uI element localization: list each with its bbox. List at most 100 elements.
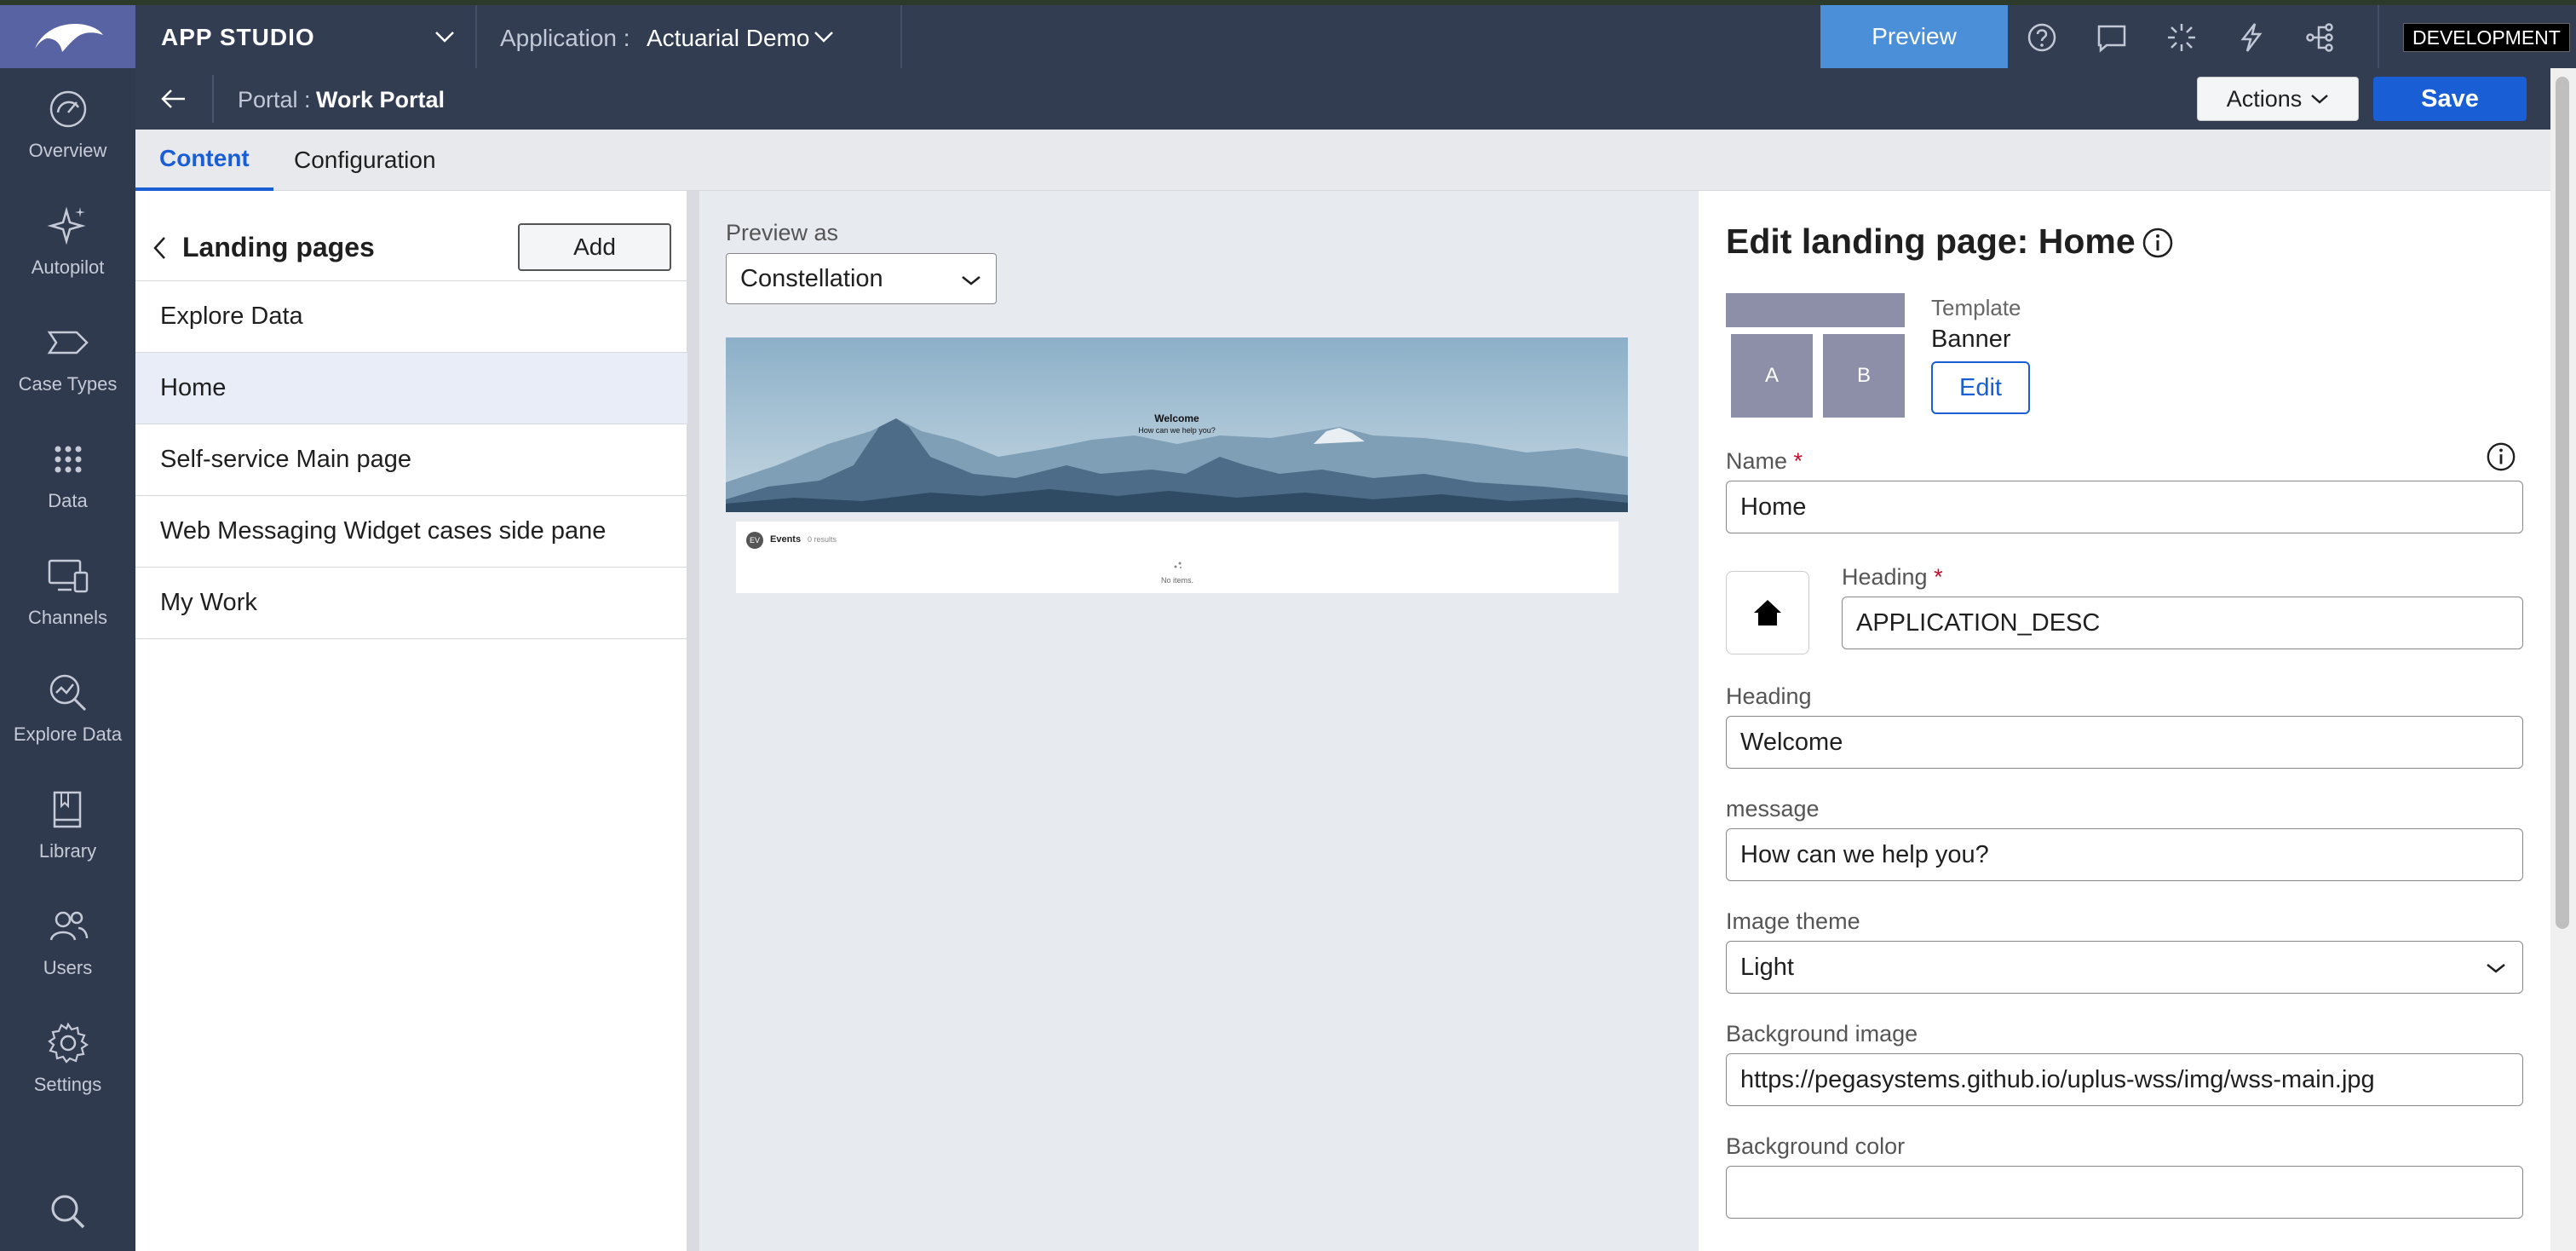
- chevron-down-icon[interactable]: [813, 27, 835, 46]
- panel-splitter[interactable]: [687, 191, 699, 1251]
- tab-content[interactable]: Content: [135, 130, 273, 191]
- rail-item-users[interactable]: Users: [0, 904, 135, 1006]
- rail-item-case-types[interactable]: Case Types: [0, 320, 135, 423]
- image-theme-value: Light: [1740, 953, 1794, 981]
- events-widget-preview: EV Events 0 results No items.: [736, 522, 1619, 593]
- lightning-icon[interactable]: [2236, 22, 2267, 53]
- message-label: message: [1726, 796, 1820, 822]
- background-image-input[interactable]: https://pegasystems.github.io/uplus-wss/…: [1726, 1053, 2523, 1106]
- subheader-divider: [212, 75, 214, 123]
- portal-name: Work Portal: [316, 87, 446, 112]
- rail-label: Library: [38, 840, 97, 862]
- gauge-icon: [49, 90, 86, 128]
- landing-page-item[interactable]: Home: [135, 353, 687, 424]
- landing-page-item[interactable]: My Work: [135, 568, 687, 639]
- background-color-label: Background color: [1726, 1133, 1906, 1159]
- search-icon: [51, 1195, 84, 1229]
- rail-label: Overview: [28, 140, 107, 161]
- header-divider: [475, 5, 477, 68]
- rail-item-explore-data[interactable]: Explore Data: [0, 671, 135, 773]
- events-empty-text: No items.: [1160, 576, 1193, 585]
- preview-as-value: Constellation: [740, 264, 883, 292]
- help-icon[interactable]: [2027, 22, 2057, 53]
- rail-search[interactable]: [0, 1190, 135, 1251]
- comment-icon[interactable]: [2096, 22, 2127, 53]
- preview-as-select[interactable]: Constellation: [726, 253, 997, 304]
- hierarchy-icon[interactable]: [2304, 22, 2335, 53]
- edit-panel-title: Edit landing page: Home: [1726, 222, 2136, 261]
- book-icon: [53, 791, 81, 828]
- app-logo[interactable]: [0, 5, 135, 68]
- rail-label: Explore Data: [13, 724, 123, 745]
- icon-picker-button[interactable]: [1726, 571, 1809, 654]
- edit-landing-page-panel: Edit landing page: Home A B Template Ban…: [1699, 191, 2550, 1251]
- info-icon[interactable]: [2486, 441, 2516, 472]
- loading-spinner-icon[interactable]: [2166, 22, 2197, 53]
- application-label: Application :: [500, 25, 630, 51]
- events-title: Events: [770, 534, 802, 545]
- tab-configuration[interactable]: Configuration: [270, 130, 460, 191]
- actions-label: Actions: [2226, 85, 2303, 112]
- environment-badge: DEVELOPMENT: [2403, 23, 2570, 52]
- rail-label: Settings: [33, 1074, 102, 1095]
- chevron-down-icon[interactable]: [434, 27, 456, 46]
- icon-heading-input[interactable]: APPLICATION_DESC: [1842, 597, 2523, 649]
- application-name[interactable]: Actuarial Demo: [647, 25, 809, 52]
- rail-label: Channels: [28, 607, 107, 628]
- heading-label: Heading: [1726, 683, 1812, 709]
- mountain-landscape-image: [726, 337, 1628, 512]
- page-scrollbar[interactable]: [2550, 68, 2576, 1251]
- header-divider: [2378, 5, 2379, 68]
- actions-button[interactable]: Actions: [2197, 77, 2359, 121]
- preview-button[interactable]: Preview: [1820, 5, 2008, 68]
- banner-heading: Welcome: [1154, 412, 1199, 424]
- name-input[interactable]: Home: [1726, 481, 2523, 533]
- portal-subheader: Portal : Work Portal Actions Save: [135, 68, 2550, 130]
- rail-item-overview[interactable]: Overview: [0, 87, 135, 189]
- channels-icon: [48, 559, 88, 593]
- image-theme-label: Image theme: [1726, 908, 1860, 934]
- template-value: Banner: [1931, 326, 2011, 353]
- home-icon: [1754, 600, 1781, 626]
- preview-as-label: Preview as: [726, 220, 839, 245]
- save-button[interactable]: Save: [2373, 77, 2527, 121]
- landing-page-item[interactable]: Self-service Main page: [135, 424, 687, 496]
- back-arrow-icon[interactable]: [159, 85, 188, 112]
- template-region-b: B: [1823, 334, 1905, 418]
- template-label: Template: [1931, 295, 2021, 320]
- info-icon[interactable]: [2142, 227, 2174, 259]
- message-input[interactable]: How can we help you?: [1726, 828, 2523, 881]
- preview-area: Preview as Constellation Welcome How can…: [699, 191, 1699, 1251]
- tab-bar: Content Configuration: [135, 130, 2550, 191]
- chevron-left-icon[interactable]: [151, 235, 170, 261]
- landing-pages-panel: Landing pages Add Explore Data Home Self…: [135, 191, 687, 1251]
- data-dots-icon: [55, 446, 81, 473]
- edit-template-button[interactable]: Edit: [1931, 361, 2030, 414]
- background-color-input[interactable]: [1726, 1166, 2523, 1219]
- users-icon: [49, 911, 88, 941]
- chevron-down-icon: [2487, 964, 2505, 973]
- image-theme-select[interactable]: Light: [1726, 941, 2523, 994]
- name-field-label: Name *: [1726, 448, 1803, 474]
- logo-icon: [34, 24, 103, 53]
- explore-icon: [49, 674, 86, 712]
- studio-title[interactable]: APP STUDIO: [161, 24, 315, 51]
- template-thumbnail: A B: [1726, 293, 1905, 421]
- add-landing-page-button[interactable]: Add: [518, 223, 671, 271]
- rail-item-settings[interactable]: Settings: [0, 1021, 135, 1123]
- rail-item-library[interactable]: Library: [0, 787, 135, 890]
- heading-input[interactable]: Welcome: [1726, 716, 2523, 769]
- left-rail: Overview Autopilot Case Types Data Chann…: [0, 5, 135, 1251]
- case-type-icon: [47, 331, 89, 355]
- rail-item-autopilot[interactable]: Autopilot: [0, 204, 135, 306]
- banner-preview-image: Welcome How can we help you?: [726, 337, 1628, 512]
- sparkle-icon: [46, 206, 86, 245]
- portal-label: Portal :: [238, 87, 311, 112]
- rail-item-data[interactable]: Data: [0, 437, 135, 539]
- rail-item-channels[interactable]: Channels: [0, 554, 135, 656]
- background-image-label: Background image: [1726, 1021, 1918, 1046]
- scroll-thumb[interactable]: [2556, 77, 2569, 929]
- landing-page-item[interactable]: Explore Data: [135, 281, 687, 353]
- landing-page-item[interactable]: Web Messaging Widget cases side pane: [135, 496, 687, 568]
- events-avatar: EV: [746, 532, 763, 549]
